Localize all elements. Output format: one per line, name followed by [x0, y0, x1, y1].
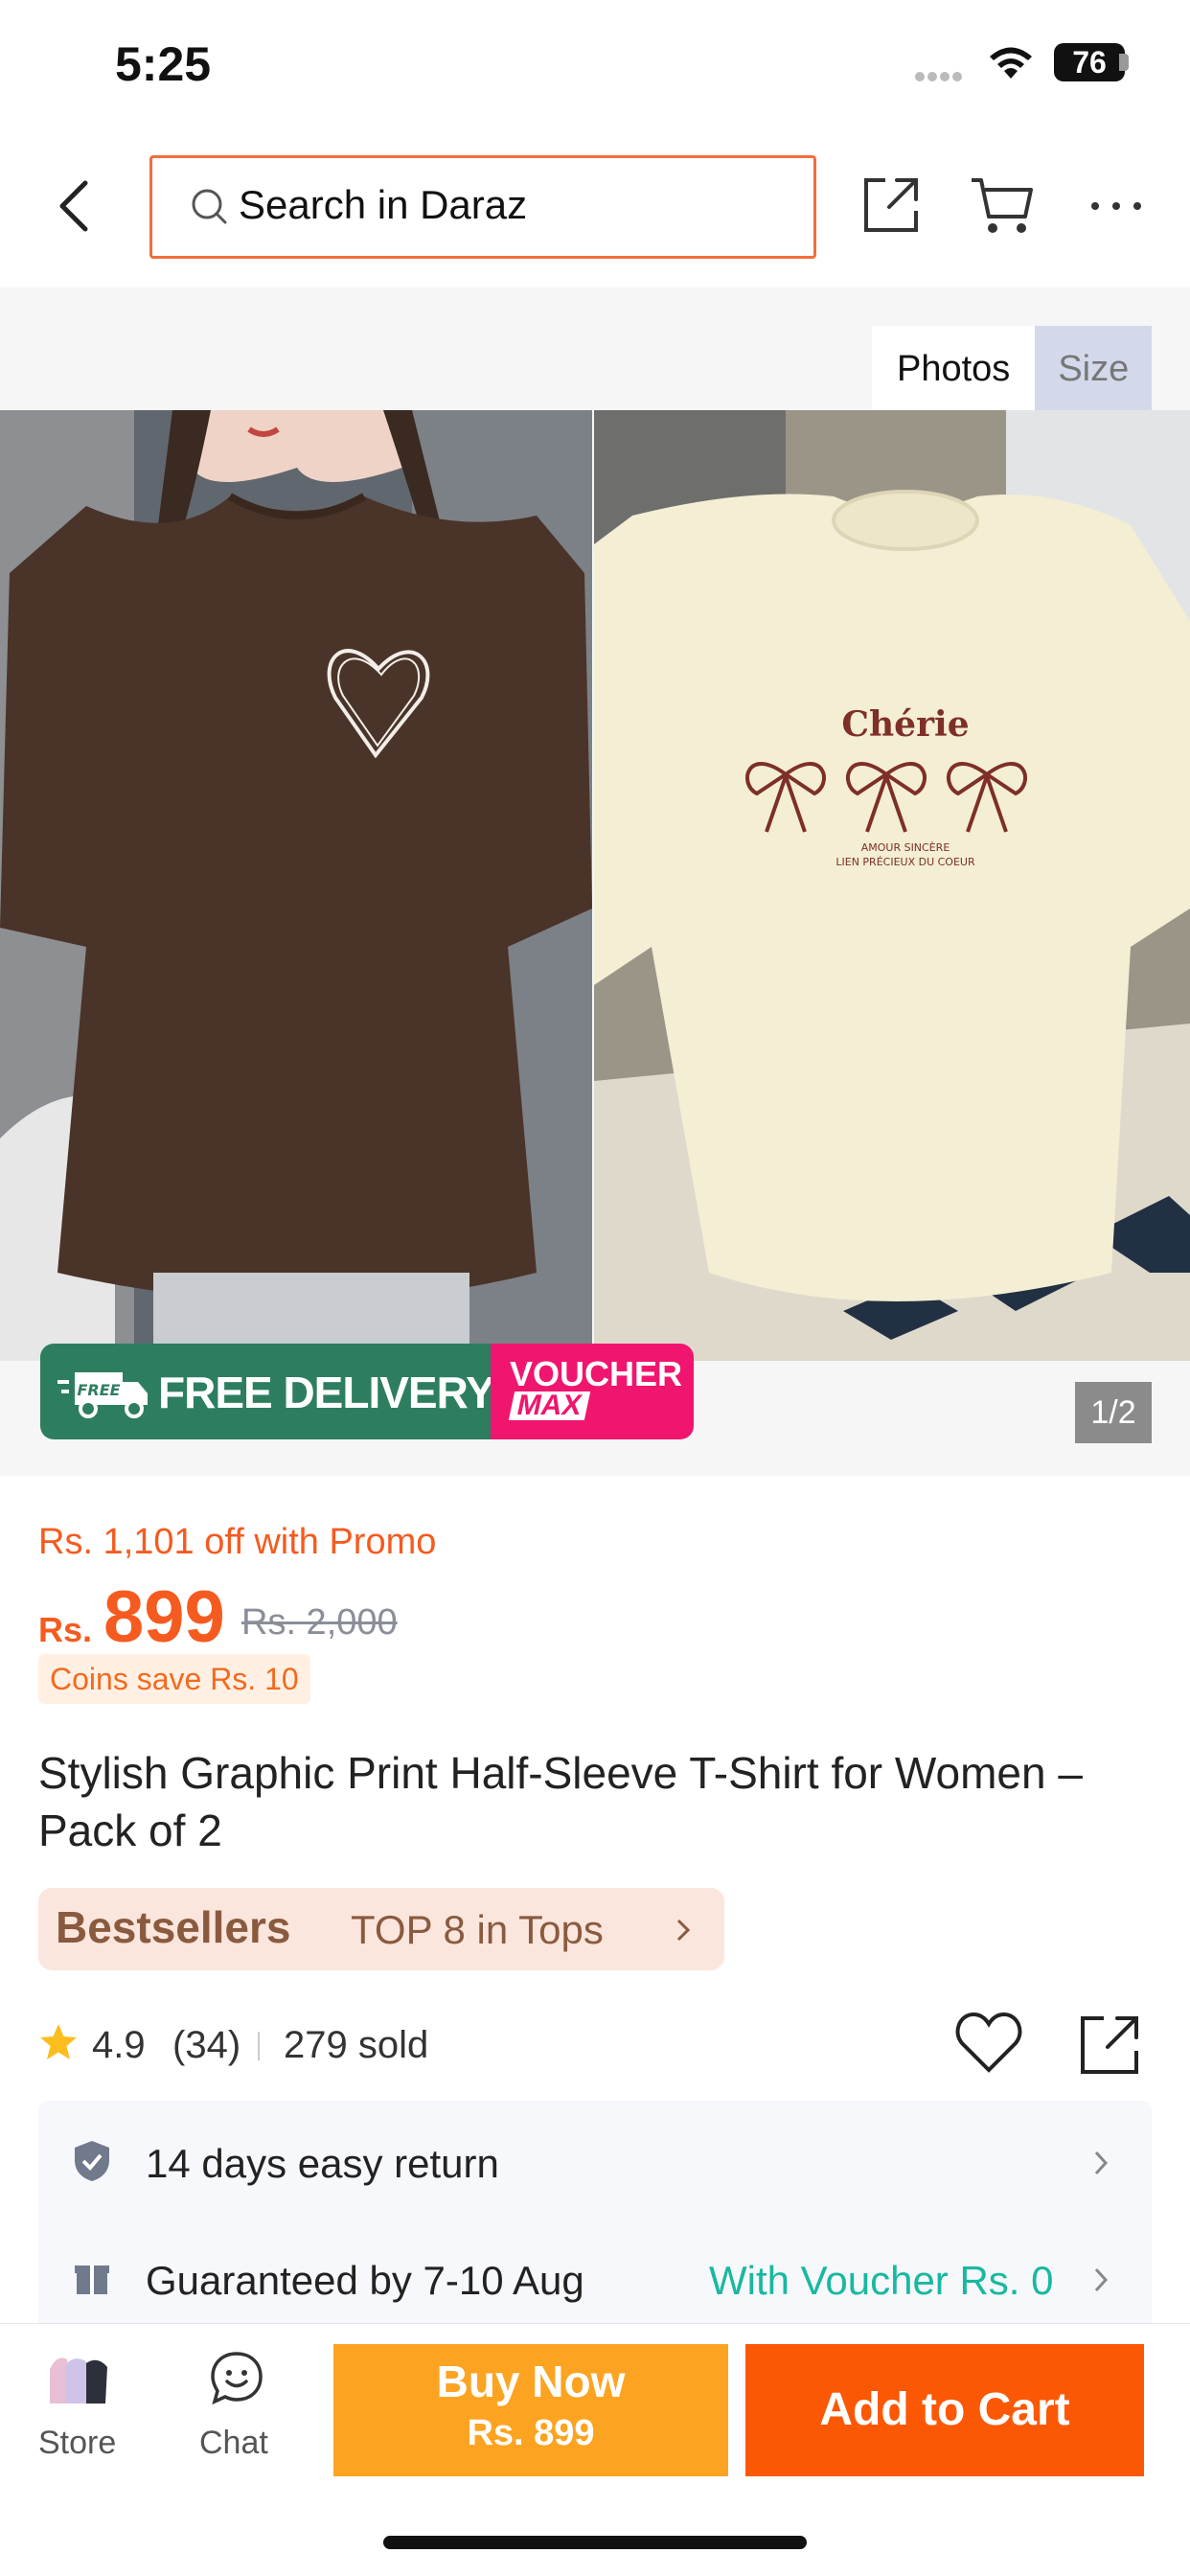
shirt-print-line1: AMOUR SINCÈRE [861, 841, 950, 854]
wifi-icon [990, 47, 1032, 79]
chat-icon[interactable] [209, 2350, 264, 2405]
buy-now-button[interactable]: Buy Now Rs. 899 [333, 2344, 728, 2476]
product-page: 5:25 76 Search in Daraz Photos Size Chér… [0, 0, 1190, 2576]
product-photo-cream-shirt[interactable]: Chérie AMOUR SINCÈRE LIEN PRÉCIEUX DU CO… [594, 410, 1190, 1361]
chat-label[interactable]: Chat [199, 2425, 268, 2462]
promo-discount-text[interactable]: Rs. 1,101 off with Promo [38, 1522, 436, 1563]
more-options-icon[interactable] [1087, 196, 1145, 216]
gift-box-icon [75, 2266, 109, 2294]
best-sellers-label: Bestsellers [56, 1902, 291, 1952]
original-price: Rs. 2,000 [241, 1602, 398, 1643]
battery-indicator: 76 [1054, 43, 1125, 81]
share-icon[interactable] [860, 174, 922, 236]
free-delivery-text: FREE DELIVERY [158, 1368, 495, 1417]
cellular-signal-icon [915, 69, 969, 81]
buy-now-label: Buy Now [436, 2357, 626, 2406]
back-icon[interactable] [53, 177, 96, 235]
shirt-print-title: Chérie [841, 704, 969, 745]
search-placeholder: Search in Daraz [239, 182, 528, 227]
tab-size[interactable]: Size [1035, 326, 1153, 412]
chevron-right-icon[interactable] [1092, 2147, 1111, 2179]
rating-score: 4.9 [92, 2024, 146, 2066]
image-counter: 1/2 [1075, 1382, 1152, 1443]
status-time: 5:25 [115, 37, 212, 91]
product-title: Stylish Graphic Print Half-Sleeve T-Shir… [38, 1748, 1083, 1855]
share-icon[interactable] [1077, 2012, 1142, 2078]
best-sellers-rank: TOP 8 in Tops [351, 1907, 604, 1952]
voucher-badge-line2: MAX [508, 1390, 590, 1421]
delivery-guarantee-text[interactable]: Guaranteed by 7-10 Aug [146, 2258, 584, 2304]
battery-tip [1119, 54, 1129, 71]
chevron-right-icon [676, 1919, 691, 1942]
return-policy-text[interactable]: 14 days easy return [146, 2141, 499, 2187]
current-price: 899 [103, 1576, 225, 1658]
chevron-right-icon[interactable] [1092, 2264, 1111, 2296]
search-icon [192, 189, 227, 224]
store-icon[interactable] [44, 2350, 111, 2405]
store-label[interactable]: Store [38, 2425, 116, 2462]
delivery-truck-icon: FREE [57, 1372, 148, 1418]
gallery-tabs: Photos Size [872, 326, 1153, 412]
svg-text:FREE: FREE [77, 1381, 120, 1399]
shirt-print-line2: LIEN PRÉCIEUX DU COEUR [835, 856, 975, 868]
add-to-cart-button[interactable]: Add to Cart [745, 2344, 1144, 2476]
star-icon [40, 2024, 77, 2059]
voucher-delivery-text[interactable]: With Voucher Rs. 0 [709, 2258, 1053, 2304]
sold-count: 279 sold [284, 2024, 429, 2066]
price-currency: Rs. [38, 1610, 93, 1649]
rating-count[interactable]: (34) [172, 2024, 240, 2067]
shield-check-icon [75, 2141, 109, 2181]
coins-save-badge: Coins save Rs. 10 [38, 1654, 310, 1704]
voucher-badge-line1: VOUCHER [510, 1354, 683, 1393]
divider [258, 2032, 260, 2060]
buy-now-price: Rs. 899 [467, 2413, 595, 2453]
home-indicator [383, 2536, 807, 2549]
cart-icon[interactable] [970, 174, 1035, 238]
tab-photos[interactable]: Photos [872, 326, 1036, 412]
wishlist-heart-icon[interactable] [954, 2009, 1023, 2076]
product-photo-brown-shirt[interactable] [0, 410, 592, 1361]
